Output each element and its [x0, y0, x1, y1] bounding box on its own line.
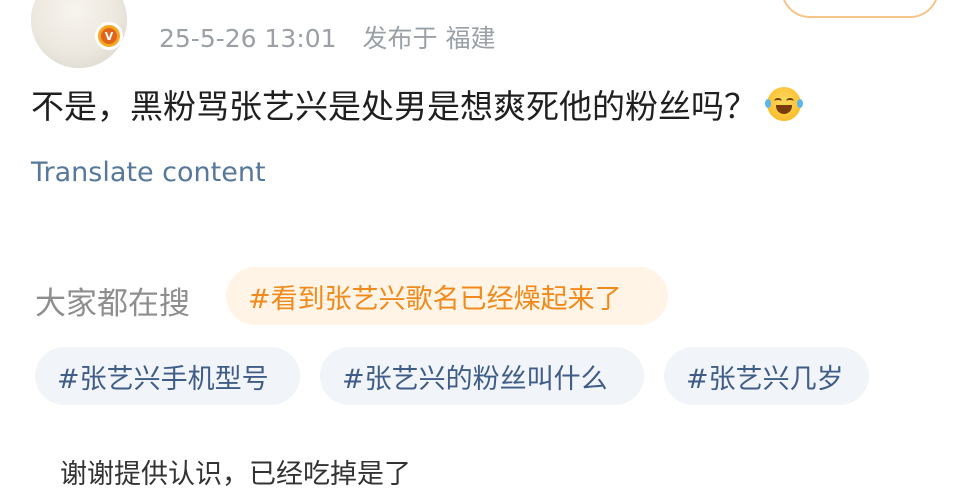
- hot-search-featured-chip[interactable]: #看到张艺兴歌名已经燥起来了: [226, 267, 668, 325]
- post-content: 不是，黑粉骂张艺兴是处男是想爽死他的粉丝吗？: [31, 80, 803, 128]
- translate-content-link[interactable]: Translate content: [31, 157, 266, 188]
- verified-badge-icon: V: [95, 22, 123, 50]
- post-meta: 25-5-26 13:01 发布于 福建: [159, 19, 513, 55]
- follow-button[interactable]: [781, 0, 939, 18]
- hot-search-chip[interactable]: #张艺兴几岁: [664, 347, 869, 405]
- post-timestamp: 25-5-26 13:01: [159, 24, 337, 53]
- avatar[interactable]: V: [31, 0, 127, 68]
- post-text: 不是，黑粉骂张艺兴是处男是想爽死他的粉丝吗？: [31, 87, 757, 126]
- hot-search-chip[interactable]: #张艺兴的粉丝叫什么: [320, 347, 644, 405]
- hot-search-chip[interactable]: #张艺兴手机型号: [35, 347, 300, 405]
- hot-search-label: 大家都在搜: [35, 286, 190, 322]
- truncated-comment-text: 谢谢提供认识，已经吃掉是了: [60, 459, 411, 490]
- laughing-tears-emoji-icon: [765, 87, 803, 121]
- post-location: 发布于 福建: [362, 24, 496, 53]
